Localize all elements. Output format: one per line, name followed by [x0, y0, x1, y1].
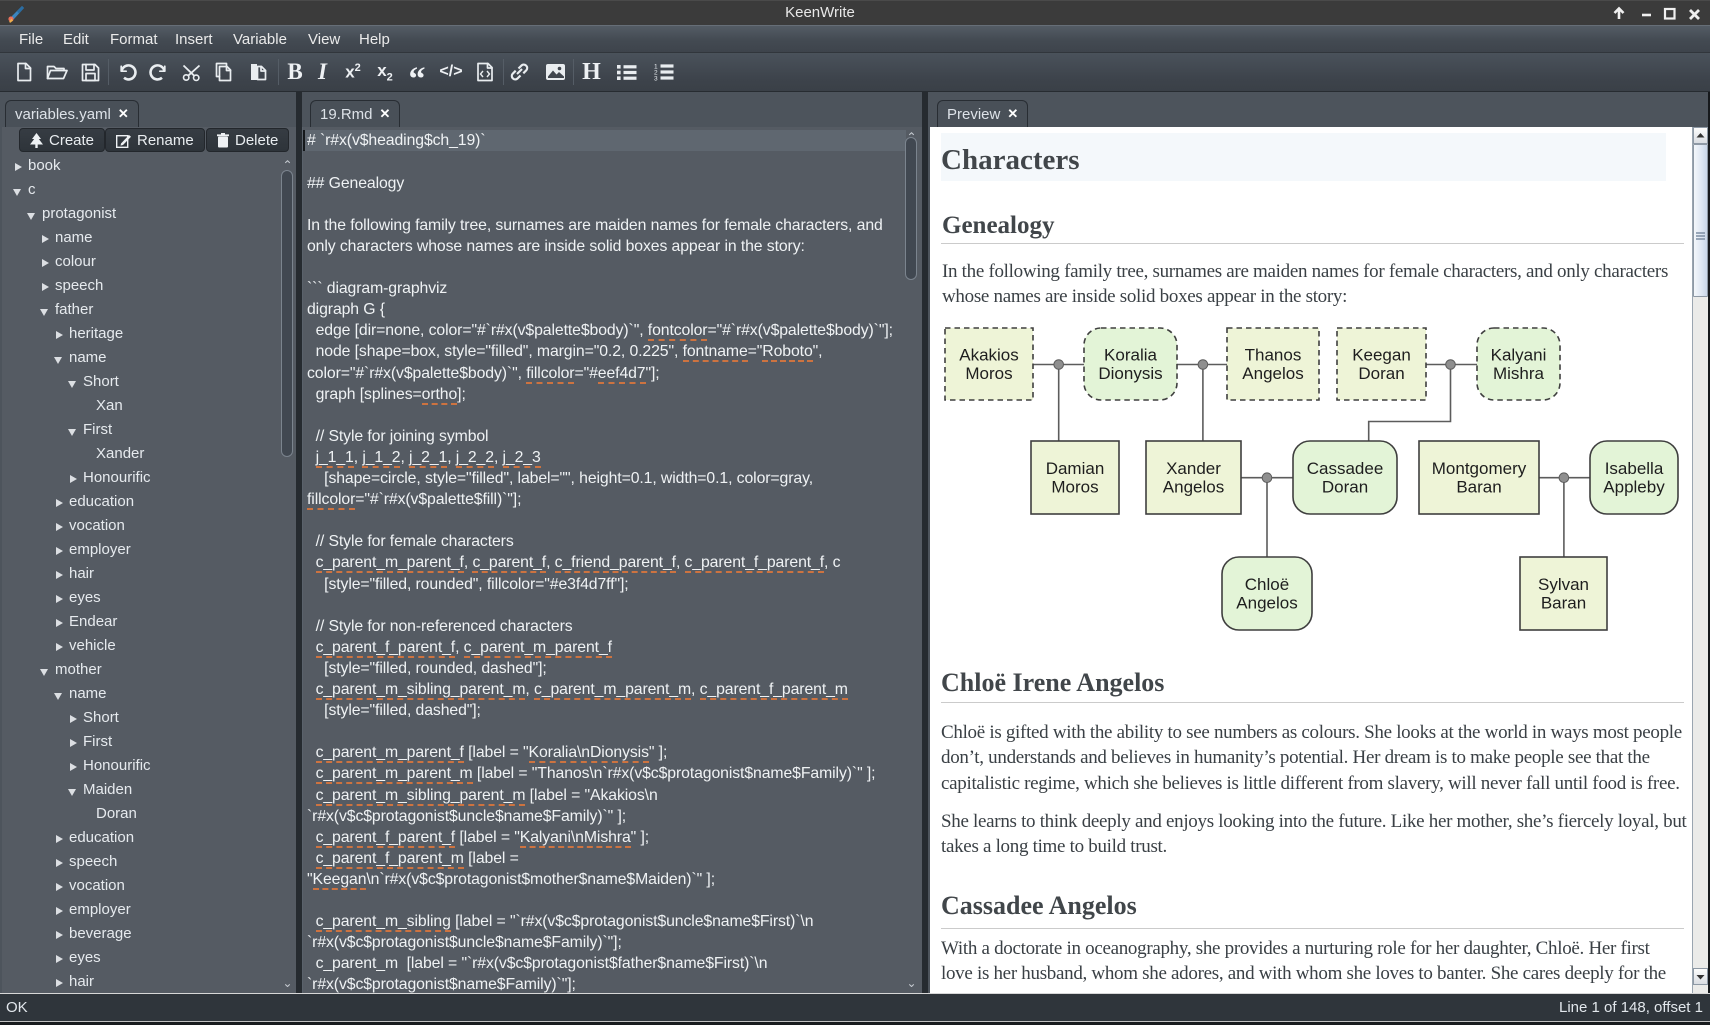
svg-text:Doran: Doran [1358, 364, 1404, 383]
svg-text:Angelos: Angelos [1163, 478, 1224, 497]
svg-text:Moros: Moros [965, 364, 1012, 383]
svg-text:Angelos: Angelos [1242, 364, 1303, 383]
svg-text:Appleby: Appleby [1603, 478, 1665, 497]
svg-text:Chloë: Chloë [1245, 575, 1289, 594]
svg-text:Dionysis: Dionysis [1098, 364, 1162, 383]
svg-text:Damian: Damian [1046, 459, 1105, 478]
svg-text:Koralia: Koralia [1104, 346, 1157, 365]
svg-text:Thanos: Thanos [1245, 346, 1302, 365]
svg-text:Angelos: Angelos [1236, 594, 1297, 613]
svg-text:Keegan: Keegan [1352, 346, 1411, 365]
svg-text:Mishra: Mishra [1493, 364, 1545, 383]
svg-text:3: 3 [654, 75, 658, 81]
svg-text:Isabella: Isabella [1605, 459, 1664, 478]
svg-text:Cassadee: Cassadee [1307, 459, 1384, 478]
svg-text:Sylvan: Sylvan [1538, 575, 1589, 594]
svg-text:Kalyani: Kalyani [1491, 346, 1547, 365]
svg-text:Baran: Baran [1456, 478, 1501, 497]
svg-text:Montgomery: Montgomery [1432, 459, 1527, 478]
svg-text:Akakios: Akakios [959, 346, 1019, 365]
svg-text:Baran: Baran [1541, 594, 1586, 613]
svg-text:Doran: Doran [1322, 478, 1368, 497]
svg-text:Moros: Moros [1051, 478, 1098, 497]
svg-text:Xander: Xander [1166, 459, 1221, 478]
